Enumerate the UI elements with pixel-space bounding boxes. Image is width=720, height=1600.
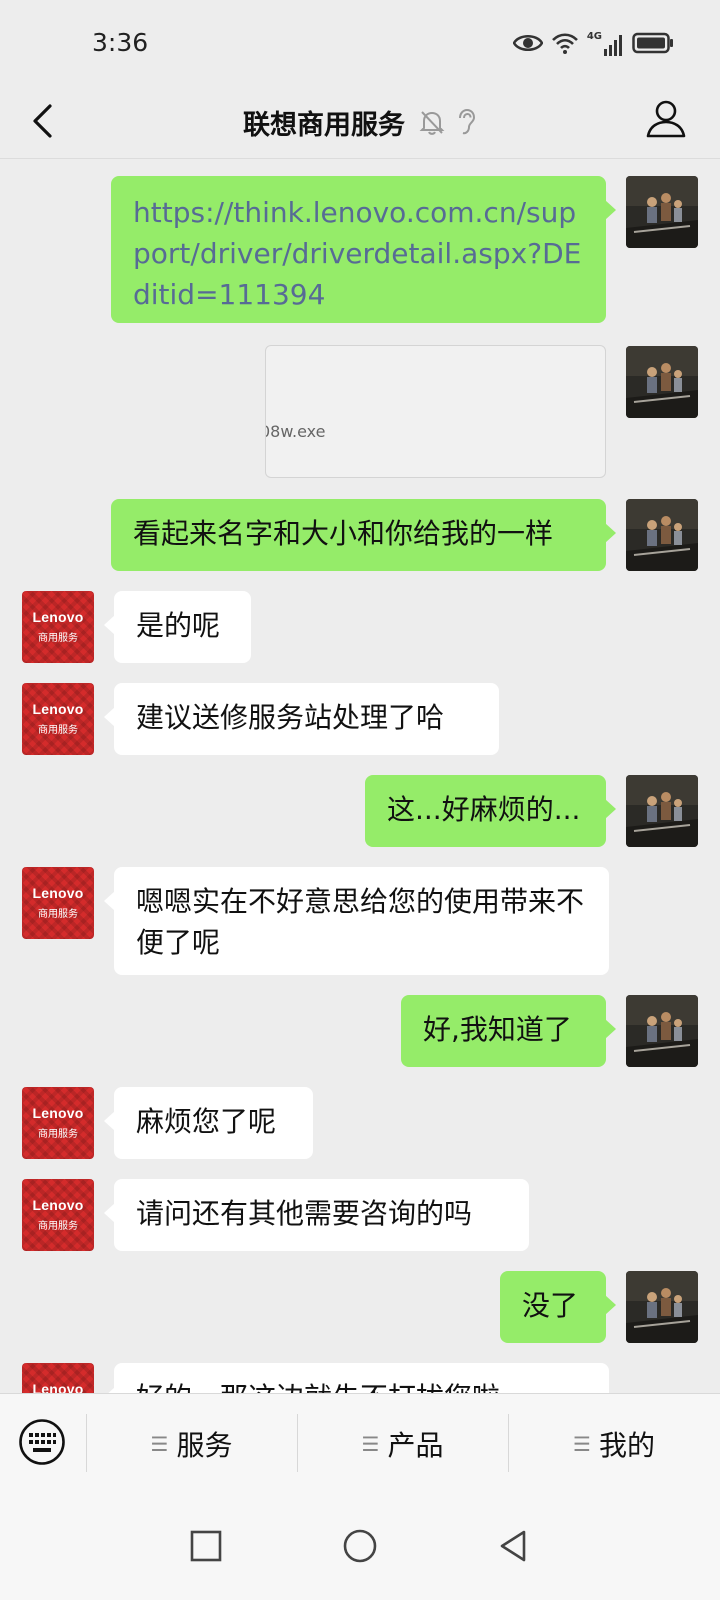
message-incoming: Lenovo 商用服务 是的呢	[0, 591, 720, 665]
message-incoming: Lenovo 商用服务 建议送修服务站处理了哈	[0, 683, 720, 757]
message-outgoing: 看起来名字和大小和你给我的一样	[0, 499, 720, 573]
bell-off-icon	[419, 111, 445, 135]
menu-tab-label: 服务	[176, 1429, 233, 1462]
battery-icon	[632, 32, 673, 54]
wifi-icon	[551, 33, 578, 54]
chat-title: 联想商用服务	[243, 109, 405, 141]
message-incoming: Lenovo 商用服务 麻烦您了呢	[0, 1087, 720, 1161]
eye-icon	[512, 35, 543, 51]
system-nav-bar	[0, 1494, 720, 1600]
lenovo-logo: Lenovo	[32, 1105, 84, 1121]
menu-lines-icon: ☰	[573, 1432, 591, 1456]
message-bubble[interactable]: 嗯嗯实在不好意思给您的使用带来不便了呢	[104, 867, 609, 975]
avatar-lenovo[interactable]: Lenovo 商用服务	[22, 867, 94, 939]
avatar-image	[626, 346, 698, 418]
avatar[interactable]	[626, 1271, 698, 1343]
person-icon[interactable]	[640, 94, 692, 146]
message-bubble[interactable]: 没了	[500, 1271, 616, 1343]
message-text: 请问还有其他需要咨询的吗	[136, 1197, 473, 1230]
triangle-back-icon[interactable]	[494, 1526, 534, 1566]
lenovo-sub: 商用服务	[38, 1129, 78, 1140]
avatar-image	[626, 176, 698, 248]
title-icons	[419, 108, 477, 136]
avatar-lenovo[interactable]: Lenovo 商用服务	[22, 683, 94, 755]
message-text: 这...好麻烦的...	[387, 793, 581, 826]
avatar-image	[626, 775, 698, 847]
avatar[interactable]	[626, 346, 698, 418]
avatar-lenovo[interactable]: Lenovo 商用服务	[22, 1179, 94, 1251]
lenovo-logo: Lenovo	[32, 701, 84, 717]
service-menu-bar: ☰ 服务 ☰ 产品 ☰ 我的	[0, 1393, 720, 1494]
file-card[interactable]: 08w.exe	[265, 345, 606, 478]
menu-tab-label: 我的	[598, 1429, 655, 1462]
message-bubble[interactable]: 请问还有其他需要咨询的吗	[104, 1179, 529, 1251]
lenovo-sub: 商用服务	[38, 633, 78, 644]
message-outgoing: https://think.lenovo.com.cn/support/driv…	[0, 159, 720, 323]
avatar-image	[626, 499, 698, 571]
menu-lines-icon: ☰	[150, 1432, 169, 1456]
avatar-lenovo[interactable]: Lenovo 商用服务	[22, 591, 94, 663]
message-text: 麻烦您了呢	[136, 1105, 277, 1138]
message-incoming: Lenovo 商用服务 请问还有其他需要咨询的吗	[0, 1179, 720, 1253]
network-type: 4G	[587, 31, 624, 56]
keyboard-icon[interactable]	[18, 1418, 66, 1466]
message-bubble[interactable]: 这...好麻烦的...	[365, 775, 616, 847]
lenovo-sub: 商用服务	[38, 725, 78, 736]
avatar-image	[626, 1271, 698, 1343]
lenovo-logo: Lenovo	[32, 1197, 84, 1213]
message-text: 是的呢	[136, 609, 221, 642]
message-text: 好,我知道了	[423, 1013, 572, 1046]
status-icons: 4G	[512, 26, 674, 60]
menu-lines-icon: ☰	[361, 1432, 380, 1456]
ear-icon	[459, 108, 476, 135]
message-incoming: Lenovo 商用服务 嗯嗯实在不好意思给您的使用带来不便了呢	[0, 867, 720, 977]
chat-header: 联想商用服务	[0, 86, 720, 159]
message-outgoing: 没了	[0, 1271, 720, 1345]
message-bubble[interactable]: 看起来名字和大小和你给我的一样	[111, 499, 616, 571]
menu-tab-label: 产品	[387, 1429, 444, 1462]
menu-tab-mine[interactable]: ☰ 我的	[508, 1394, 720, 1494]
lenovo-logo: Lenovo	[32, 609, 84, 625]
lenovo-sub: 商用服务	[38, 1221, 78, 1232]
message-outgoing: 这...好麻烦的...	[0, 775, 720, 849]
message-text: 建议送修服务站处理了哈	[136, 701, 445, 734]
circle-icon[interactable]	[340, 1526, 380, 1566]
lenovo-logo: Lenovo	[32, 885, 84, 901]
avatar[interactable]	[626, 176, 698, 248]
message-bubble[interactable]: 麻烦您了呢	[104, 1087, 313, 1159]
avatar[interactable]	[626, 995, 698, 1067]
chat-messages[interactable]: https://think.lenovo.com.cn/support/driv…	[0, 159, 720, 1419]
menu-tab-product[interactable]: ☰ 产品	[297, 1394, 508, 1494]
message-text: 看起来名字和大小和你给我的一样	[133, 517, 554, 550]
message-bubble[interactable]: https://think.lenovo.com.cn/support/driv…	[111, 176, 616, 323]
lenovo-sub: 商用服务	[38, 909, 78, 920]
avatar-lenovo[interactable]: Lenovo 商用服务	[22, 1087, 94, 1159]
avatar-image	[626, 995, 698, 1067]
status-time: 3:36	[92, 28, 149, 57]
menu-tab-service[interactable]: ☰ 服务	[86, 1394, 297, 1494]
title-wrap: 联想商用服务	[0, 86, 720, 158]
file-name: 08w.exe	[265, 422, 326, 441]
avatar[interactable]	[626, 775, 698, 847]
message-text: 嗯嗯实在不好意思给您的使用带来不便了呢	[136, 885, 585, 959]
avatar[interactable]	[626, 499, 698, 571]
signal-icon	[604, 34, 622, 56]
message-link[interactable]: https://think.lenovo.com.cn/support/driv…	[133, 196, 581, 311]
message-outgoing: 好,我知道了	[0, 995, 720, 1069]
network-label: 4G	[586, 30, 602, 42]
message-outgoing: 08w.exe	[0, 337, 720, 478]
square-icon[interactable]	[186, 1526, 226, 1566]
message-text: 没了	[522, 1289, 579, 1322]
message-bubble[interactable]: 建议送修服务站处理了哈	[104, 683, 499, 755]
message-bubble[interactable]: 好,我知道了	[401, 995, 616, 1067]
message-bubble[interactable]: 是的呢	[104, 591, 251, 663]
status-bar: 3:36 4G	[0, 0, 720, 86]
